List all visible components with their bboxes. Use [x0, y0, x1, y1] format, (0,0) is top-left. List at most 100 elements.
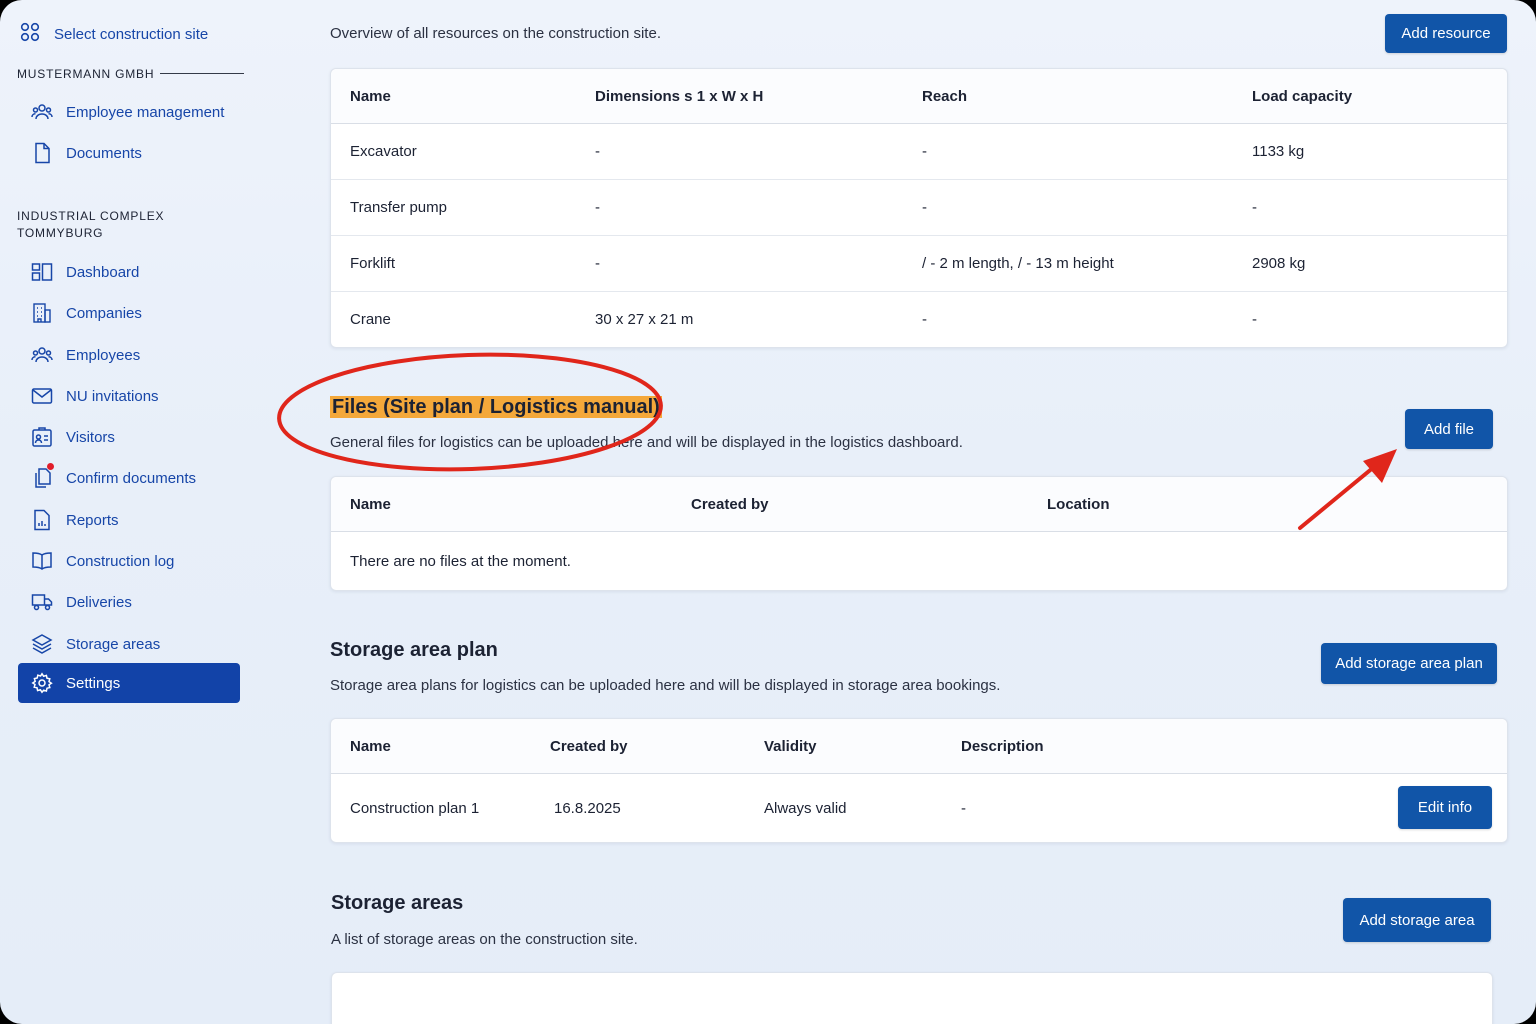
sidebar-item-employee-management[interactable]: Employee management	[18, 92, 240, 132]
column-header: Name	[350, 87, 391, 105]
cell-load: 1133 kg	[1252, 143, 1305, 160]
storage-plan-title: Storage area plan	[330, 639, 498, 661]
sidebar: Select construction site MUSTERMANN GMBH…	[0, 0, 260, 1024]
report-icon	[18, 509, 66, 531]
sidebar-item-label: Visitors	[66, 428, 115, 446]
company-label: MUSTERMANN GMBH	[17, 67, 155, 81]
divider	[160, 73, 244, 74]
table-row[interactable]: Transfer pump - - -	[331, 180, 1507, 236]
storage-plan-description: Storage area plans for logistics can be …	[330, 677, 1001, 694]
users-icon	[18, 101, 66, 123]
cell-name: Excavator	[350, 143, 417, 160]
table-row[interactable]: Excavator - - 1133 kg	[331, 124, 1507, 180]
resources-table: Name Dimensions s 1 x W x H Reach Load c…	[330, 68, 1508, 348]
storage-areas-description: A list of storage areas on the construct…	[331, 931, 638, 948]
column-header: Name	[350, 495, 391, 513]
truck-icon	[18, 592, 66, 612]
add-storage-plan-button[interactable]: Add storage area plan	[1321, 643, 1497, 684]
sidebar-item-label: Employees	[66, 346, 141, 364]
column-header: Validity	[764, 737, 817, 755]
sidebar-item-label: Storage areas	[66, 635, 161, 653]
cell-created-by: 16.8.2025	[554, 799, 621, 817]
sidebar-item-label: Documents	[66, 144, 142, 162]
cell-name: Transfer pump	[350, 199, 447, 216]
cell-validity: Always valid	[764, 799, 847, 817]
sidebar-item-settings[interactable]: Settings	[18, 663, 240, 703]
cell-description: -	[961, 799, 966, 817]
column-header: Load capacity	[1252, 87, 1353, 105]
book-icon	[18, 551, 66, 571]
documents-copy-icon	[18, 463, 66, 489]
cell-load: -	[1252, 199, 1257, 216]
column-header: Description	[961, 737, 1044, 755]
cell-name: Crane	[350, 311, 391, 328]
add-resource-button[interactable]: Add resource	[1385, 14, 1507, 53]
cell-load: -	[1252, 311, 1257, 328]
project-label-line1: INDUSTRIAL COMPLEX	[17, 209, 165, 223]
edit-info-button[interactable]: Edit info	[1398, 786, 1492, 829]
sidebar-item-label: Construction log	[66, 552, 175, 570]
column-header: Created by	[691, 495, 769, 513]
storage-plan-table: Name Created by Validity Description Con…	[330, 718, 1508, 843]
users-icon	[18, 344, 66, 366]
sidebar-item-deliveries[interactable]: Deliveries	[18, 582, 240, 622]
files-title-text: Files (Site plan / Logistics manual)	[330, 396, 662, 418]
table-header: Name Created by Validity Description	[331, 719, 1507, 774]
cell-dimensions: -	[595, 255, 600, 272]
cell-dimensions: 30 x 27 x 21 m	[595, 311, 694, 328]
files-title: Files (Site plan / Logistics manual)	[330, 396, 662, 419]
cell-name: Construction plan 1	[350, 799, 480, 817]
sidebar-item-visitors[interactable]: Visitors	[18, 417, 240, 457]
table-row[interactable]: Forklift - / - 2 m length, / - 13 m heig…	[331, 236, 1507, 292]
gear-icon	[18, 672, 66, 694]
app-window: Select construction site MUSTERMANN GMBH…	[0, 0, 1536, 1024]
column-header: Name	[350, 737, 391, 755]
project-label-line2: TOMMYBURG	[17, 226, 104, 240]
notification-dot	[47, 463, 54, 470]
cell-dimensions: -	[595, 143, 600, 160]
cell-reach: / - 2 m length, / - 13 m height	[922, 255, 1114, 272]
mail-icon	[18, 387, 66, 405]
table-row[interactable]: Crane 30 x 27 x 21 m - -	[331, 292, 1507, 347]
sidebar-item-label: Settings	[66, 674, 121, 692]
sidebar-item-confirm-documents[interactable]: Confirm documents	[18, 458, 240, 498]
table-row[interactable]: Construction plan 1 16.8.2025 Always val…	[331, 774, 1507, 842]
sidebar-item-companies[interactable]: Companies	[18, 293, 240, 333]
sidebar-item-label: Deliveries	[66, 593, 132, 611]
select-site-label: Select construction site	[54, 25, 209, 43]
table-header: Name Created by Location	[331, 477, 1507, 532]
sidebar-item-dashboard[interactable]: Dashboard	[18, 252, 240, 292]
sidebar-item-label: Companies	[66, 304, 142, 322]
sidebar-item-label: Employee management	[66, 103, 225, 121]
storage-areas-title: Storage areas	[331, 892, 464, 914]
sidebar-item-storage-areas[interactable]: Storage areas	[18, 624, 240, 664]
add-file-button[interactable]: Add file	[1405, 409, 1493, 449]
empty-state-text: There are no files at the moment.	[350, 552, 571, 570]
add-storage-area-button[interactable]: Add storage area	[1343, 898, 1491, 942]
sidebar-item-label: Dashboard	[66, 263, 140, 281]
select-site-button[interactable]: Select construction site	[20, 22, 208, 46]
sidebar-item-construction-log[interactable]: Construction log	[18, 541, 240, 581]
sidebar-item-nu-invitations[interactable]: NU invitations	[18, 376, 240, 416]
storage-areas-table	[331, 972, 1493, 1024]
cell-reach: -	[922, 199, 927, 216]
column-header: Created by	[550, 737, 628, 755]
sidebar-item-documents[interactable]: Documents	[18, 133, 240, 173]
sidebar-item-label: Reports	[66, 511, 119, 529]
cell-reach: -	[922, 143, 927, 160]
cell-reach: -	[922, 311, 927, 328]
sidebar-item-label: NU invitations	[66, 387, 159, 405]
sidebar-item-label: Confirm documents	[66, 469, 197, 487]
document-icon	[18, 142, 66, 164]
cell-load: 2908 kg	[1252, 255, 1306, 272]
sidebar-item-employees[interactable]: Employees	[18, 335, 240, 375]
column-header: Dimensions s 1 x W x H	[595, 87, 764, 105]
column-header: Reach	[922, 87, 968, 105]
grid-icon	[20, 22, 40, 46]
table-header: Name Dimensions s 1 x W x H Reach Load c…	[331, 69, 1507, 124]
sidebar-item-reports[interactable]: Reports	[18, 500, 240, 540]
column-header: Location	[1047, 495, 1110, 513]
id-card-icon	[18, 426, 66, 448]
resources-description: Overview of all resources on the constru…	[330, 25, 661, 42]
cell-name: Forklift	[350, 255, 395, 272]
